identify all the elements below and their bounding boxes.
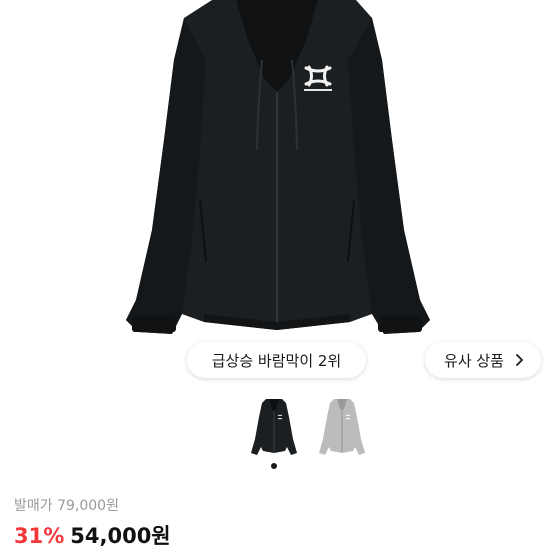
thumbnail-gray-jacket[interactable] (313, 393, 371, 459)
original-price-value: 79,000원 (57, 498, 119, 514)
discount-rate: 31% (14, 524, 65, 548)
thumbnail-black-jacket[interactable] (245, 393, 303, 459)
ranking-chip[interactable]: 급상승 바람막이 2위 (187, 342, 366, 378)
product-main-image[interactable] (0, 0, 554, 340)
selected-thumbnail-indicator (271, 463, 277, 469)
chevron-right-icon (516, 354, 523, 366)
original-price-label: 발매가 (14, 498, 53, 514)
sale-price-row: 31% 54,000원 (14, 520, 171, 550)
jacket-image-icon (126, 0, 430, 334)
original-price: 발매가 79,000원 (14, 495, 119, 515)
black-jacket-thumbnail-icon (251, 399, 297, 455)
similar-items-label: 유사 상품 (444, 351, 504, 370)
similar-items-button[interactable]: 유사 상품 (425, 342, 541, 378)
ranking-chip-label: 급상승 바람막이 2위 (211, 351, 342, 370)
sale-price: 54,000원 (70, 524, 171, 548)
gray-jacket-thumbnail-icon (319, 399, 365, 455)
